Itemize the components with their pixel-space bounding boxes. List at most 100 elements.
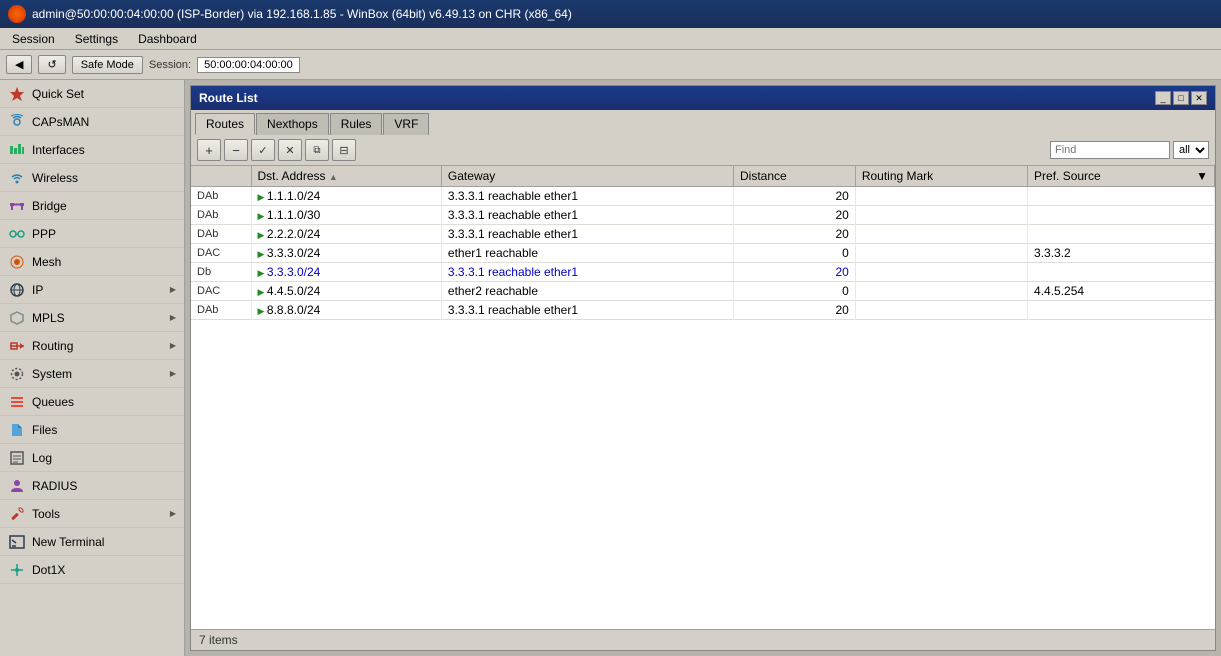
tools-icon <box>8 505 26 523</box>
table-row[interactable]: DAC ▶ 4.4.5.0/24 ether2 reachable 0 4.4.… <box>191 282 1215 301</box>
ip-icon <box>8 281 26 299</box>
remove-route-button[interactable]: − <box>224 139 248 161</box>
cell-routing-mark <box>855 206 1027 225</box>
cell-pref-source <box>1028 225 1215 244</box>
tab-nexthops[interactable]: Nexthops <box>256 113 329 135</box>
tab-routes[interactable]: Routes <box>195 113 255 135</box>
cell-dst-value: 8.8.8.0/24 <box>267 303 320 317</box>
cell-dst: ▶ 3.3.3.0/24 <box>251 244 441 263</box>
table-row[interactable]: DAb ▶ 1.1.1.0/30 3.3.3.1 reachable ether… <box>191 206 1215 225</box>
sidebar-item-interfaces[interactable]: Interfaces <box>0 136 184 164</box>
dropdown-arrow[interactable]: ▼ <box>1196 169 1208 183</box>
cell-distance: 20 <box>734 206 856 225</box>
route-arrow: ▶ <box>258 192 267 202</box>
sidebar-item-radius[interactable]: RADIUS <box>0 472 184 500</box>
cell-gateway: 3.3.3.1 reachable ether1 <box>441 225 733 244</box>
route-arrow: ▶ <box>258 306 267 316</box>
window-controls: _ □ ✕ <box>1155 91 1207 105</box>
sidebar-item-capsman[interactable]: CAPsMAN <box>0 108 184 136</box>
cell-routing-mark <box>855 187 1027 206</box>
table-row[interactable]: DAb ▶ 2.2.2.0/24 3.3.3.1 reachable ether… <box>191 225 1215 244</box>
status-bar: 7 items <box>191 629 1215 650</box>
sidebar-item-routing[interactable]: Routing <box>0 332 184 360</box>
cell-dst-value: 1.1.1.0/30 <box>267 208 320 222</box>
capsman-icon <box>8 113 26 131</box>
menu-bar: Session Settings Dashboard <box>0 28 1221 50</box>
refresh-button[interactable]: ↺ <box>38 55 65 74</box>
tab-rules[interactable]: Rules <box>330 113 383 135</box>
cell-pref-source <box>1028 301 1215 320</box>
check-route-button[interactable]: ✓ <box>251 139 275 161</box>
sidebar-label-ppp: PPP <box>32 227 56 241</box>
col-distance[interactable]: Distance <box>734 166 856 187</box>
col-pref-source[interactable]: Pref. Source ▼ <box>1028 166 1215 187</box>
sidebar-label-capsman: CAPsMAN <box>32 115 89 129</box>
sidebar-item-ppp[interactable]: PPP <box>0 220 184 248</box>
cell-gateway: 3.3.3.1 reachable ether1 <box>441 187 733 206</box>
cell-dst-value: 4.4.5.0/24 <box>267 284 320 298</box>
cell-gateway: ether2 reachable <box>441 282 733 301</box>
sidebar-item-mpls[interactable]: MPLS <box>0 304 184 332</box>
sidebar-item-queues[interactable]: Queues <box>0 388 184 416</box>
menu-dashboard[interactable]: Dashboard <box>134 31 201 47</box>
cell-flags: DAb <box>191 301 251 320</box>
sidebar-item-files[interactable]: Files <box>0 416 184 444</box>
sidebar-item-log[interactable]: Log <box>0 444 184 472</box>
cell-flags: DAC <box>191 244 251 263</box>
sidebar-item-mesh[interactable]: Mesh <box>0 248 184 276</box>
add-route-button[interactable]: + <box>197 139 221 161</box>
sidebar-item-ip[interactable]: IP <box>0 276 184 304</box>
table-row[interactable]: DAb ▶ 8.8.8.0/24 3.3.3.1 reachable ether… <box>191 301 1215 320</box>
filter-button[interactable]: ⊟ <box>332 139 356 161</box>
sidebar-label-interfaces: Interfaces <box>32 143 85 157</box>
items-count: 7 items <box>199 633 238 647</box>
window-close-button[interactable]: ✕ <box>1191 91 1207 105</box>
cell-distance: 20 <box>734 301 856 320</box>
sidebar-item-system[interactable]: System <box>0 360 184 388</box>
cell-dst-value: 3.3.3.0/24 <box>267 265 320 279</box>
col-routing-mark[interactable]: Routing Mark <box>855 166 1027 187</box>
copy-route-button[interactable]: ⧉ <box>305 139 329 161</box>
safe-mode-button[interactable]: Safe Mode <box>72 56 143 74</box>
sidebar-label-ip: IP <box>32 283 43 297</box>
session-value: 50:00:00:04:00:00 <box>197 57 300 73</box>
window-maximize-button[interactable]: □ <box>1173 91 1189 105</box>
mpls-icon <box>8 309 26 327</box>
table-row[interactable]: Db ▶ 3.3.3.0/24 3.3.3.1 reachable ether1… <box>191 263 1215 282</box>
find-select[interactable]: all <box>1173 141 1209 159</box>
table-row[interactable]: DAb ▶ 1.1.1.0/24 3.3.3.1 reachable ether… <box>191 187 1215 206</box>
sidebar-item-quick-set[interactable]: Quick Set <box>0 80 184 108</box>
sidebar-label-queues: Queues <box>32 395 74 409</box>
col-gateway[interactable]: Gateway <box>441 166 733 187</box>
sidebar: Quick Set CAPsMAN Interfaces <box>0 80 185 656</box>
menu-session[interactable]: Session <box>8 31 59 47</box>
cell-routing-mark <box>855 301 1027 320</box>
find-input[interactable] <box>1050 141 1170 159</box>
cell-dst: ▶ 4.4.5.0/24 <box>251 282 441 301</box>
menu-settings[interactable]: Settings <box>71 31 122 47</box>
title-text: admin@50:00:00:04:00:00 (ISP-Border) via… <box>32 7 572 21</box>
tab-vrf[interactable]: VRF <box>383 113 429 135</box>
sidebar-label-mesh: Mesh <box>32 255 61 269</box>
sidebar-item-wireless[interactable]: Wireless <box>0 164 184 192</box>
sidebar-item-tools[interactable]: Tools <box>0 500 184 528</box>
sidebar-item-dot1x[interactable]: Dot1X <box>0 556 184 584</box>
log-icon <box>8 449 26 467</box>
window-titlebar: Route List _ □ ✕ <box>191 86 1215 110</box>
table-row[interactable]: DAC ▶ 3.3.3.0/24 ether1 reachable 0 3.3.… <box>191 244 1215 263</box>
back-button[interactable]: ◀ <box>6 55 32 74</box>
cell-dst-value: 3.3.3.0/24 <box>267 246 320 260</box>
radius-icon <box>8 477 26 495</box>
sidebar-item-bridge[interactable]: Bridge <box>0 192 184 220</box>
route-list-window: Route List _ □ ✕ Routes Nexthops Rules V… <box>190 85 1216 651</box>
col-dst[interactable]: Dst. Address ▲ <box>251 166 441 187</box>
cross-route-button[interactable]: ✕ <box>278 139 302 161</box>
cell-gateway: 3.3.3.1 reachable ether1 <box>441 206 733 225</box>
title-bar: admin@50:00:00:04:00:00 (ISP-Border) via… <box>0 0 1221 28</box>
sidebar-item-new-terminal[interactable]: New Terminal <box>0 528 184 556</box>
sidebar-label-radius: RADIUS <box>32 479 77 493</box>
cell-pref-source: 3.3.3.2 <box>1028 244 1215 263</box>
cell-pref-source <box>1028 206 1215 225</box>
window-minimize-button[interactable]: _ <box>1155 91 1171 105</box>
sidebar-label-system: System <box>32 367 72 381</box>
